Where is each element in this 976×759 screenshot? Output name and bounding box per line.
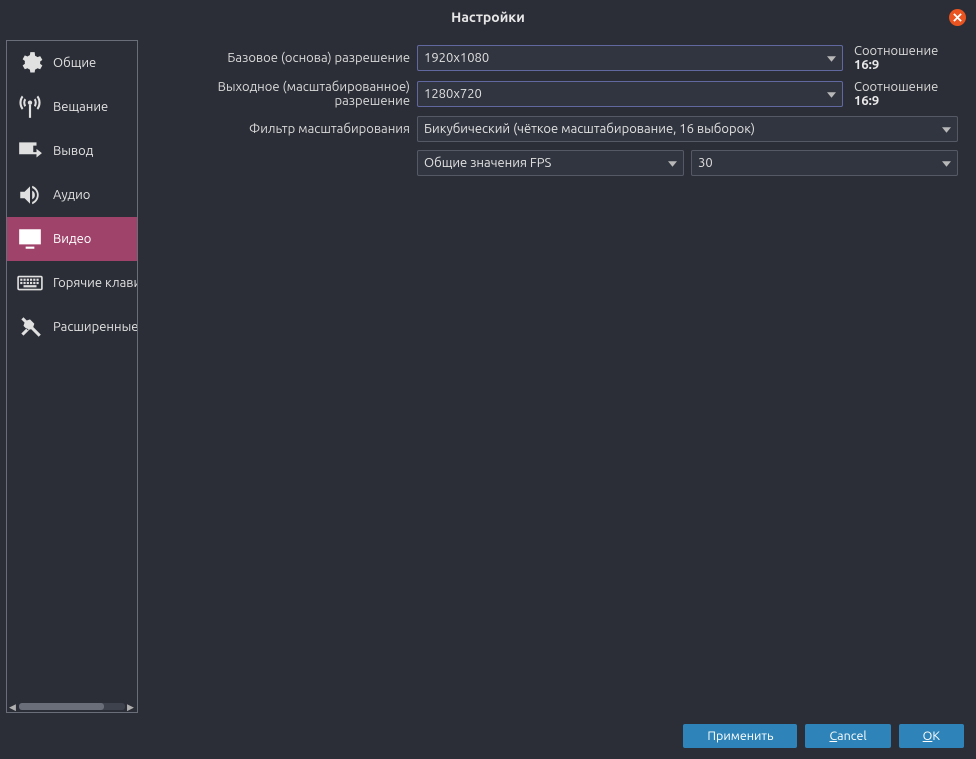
sidebar-item-stream[interactable]: Вещание [7,85,137,129]
row-base-resolution: Базовое (основа) разрешение 1920x1080 Со… [148,44,958,72]
sidebar-item-label: Вещание [53,100,108,114]
chevron-down-icon [827,51,836,65]
sidebar-scrollbar[interactable]: ◀ ▶ [7,700,137,712]
ok-button[interactable]: OK [899,724,964,748]
chevron-down-icon [942,122,951,136]
chevron-down-icon [668,156,677,170]
ratio-base: Соотношение 16:9 [850,44,958,72]
body-area: Общие Вещание Вывод Аудио [0,34,976,719]
tools-icon [13,312,47,342]
cancel-button[interactable]: Cancel [805,724,890,748]
select-value: 1280x720 [424,87,482,101]
sidebar-item-label: Видео [53,232,91,246]
apply-button[interactable]: Применить [683,724,797,748]
select-value: 30 [698,156,713,170]
label-output-resolution: Выходное (масштабированное) разрешение [148,80,410,108]
select-scale-filter[interactable]: Бикубический (чёткое масштабирование, 16… [417,116,958,142]
sidebar-item-advanced[interactable]: Расширенные [7,305,137,349]
gear-icon [13,48,47,78]
chevron-down-icon [942,156,951,170]
chevron-down-icon [827,87,836,101]
sidebar-item-label: Аудио [53,188,90,202]
ratio-output: Соотношение 16:9 [850,80,958,108]
scroll-left-icon: ◀ [9,702,17,710]
select-value: Бикубический (чёткое масштабирование, 16… [424,122,755,136]
speaker-icon [13,180,47,210]
ratio-label: Соотношение [854,80,938,94]
ratio-label: Соотношение [854,44,938,58]
main-panel: Базовое (основа) разрешение 1920x1080 Со… [148,40,970,713]
sidebar-item-label: Общие [53,56,96,70]
label-base-resolution: Базовое (основа) разрешение [148,51,410,65]
sidebar-item-label: Горячие клавиши [53,276,137,290]
close-icon [953,13,962,22]
select-fps-type[interactable]: Общие значения FPS [417,150,684,176]
titlebar: Настройки [0,0,976,34]
output-icon [13,136,47,166]
sidebar-wrap: Общие Вещание Вывод Аудио [6,40,138,713]
scroll-track[interactable] [19,703,125,710]
select-value: Общие значения FPS [424,156,551,170]
sidebar-item-label: Вывод [53,144,93,158]
sidebar-item-general[interactable]: Общие [7,41,137,85]
scroll-right-icon: ▶ [127,702,135,710]
select-base-resolution[interactable]: 1920x1080 [417,45,843,71]
ratio-value: 16:9 [854,58,879,72]
ratio-value: 16:9 [854,94,879,108]
row-output-resolution: Выходное (масштабированное) разрешение 1… [148,80,958,108]
sidebar-item-audio[interactable]: Аудио [7,173,137,217]
monitor-icon [13,224,47,254]
sidebar: Общие Вещание Вывод Аудио [7,41,137,700]
row-scale-filter: Фильтр масштабирования Бикубический (чёт… [148,116,958,142]
label-scale-filter: Фильтр масштабирования [148,122,410,136]
scroll-thumb[interactable] [19,703,104,710]
select-output-resolution[interactable]: 1280x720 [417,81,843,107]
keyboard-icon [13,268,47,298]
select-fps-value[interactable]: 30 [691,150,958,176]
sidebar-item-video[interactable]: Видео [7,217,137,261]
select-value: 1920x1080 [424,51,489,65]
antenna-icon [13,92,47,122]
sidebar-item-label: Расширенные [53,320,137,334]
row-fps: Общие значения FPS 30 [148,150,958,176]
window-title: Настройки [451,9,525,25]
footer: Применить Cancel OK [0,719,976,753]
close-button[interactable] [949,9,966,26]
sidebar-item-hotkeys[interactable]: Горячие клавиши [7,261,137,305]
sidebar-item-output[interactable]: Вывод [7,129,137,173]
